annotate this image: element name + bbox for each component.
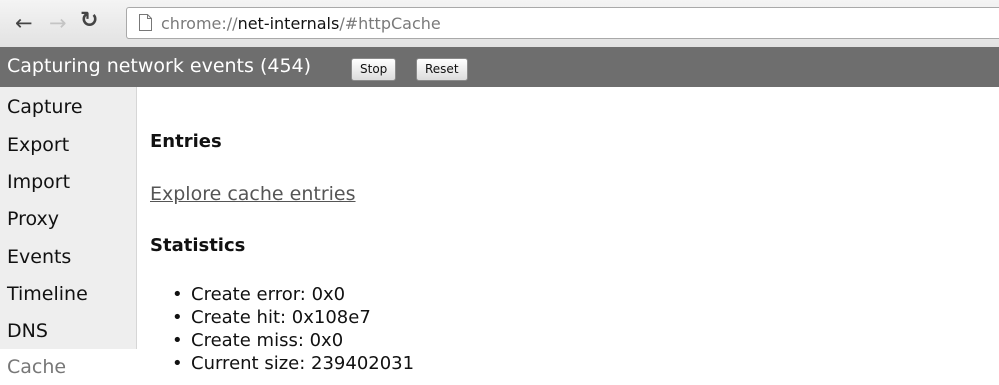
stat-create-hit: Create hit: 0x108e7	[172, 306, 414, 329]
stat-create-error: Create error: 0x0	[172, 283, 414, 306]
sidebar-item-proxy[interactable]: Proxy	[7, 208, 59, 230]
sidebar-item-timeline[interactable]: Timeline	[7, 283, 88, 305]
url-host: net-internals	[237, 14, 340, 33]
statistics-heading: Statistics	[150, 235, 246, 256]
sidebar: Capture Export Import Proxy Events Timel…	[0, 87, 137, 385]
statistics-list: Create error: 0x0 Create hit: 0x108e7 Cr…	[172, 283, 414, 375]
sidebar-item-capture[interactable]: Capture	[7, 96, 83, 118]
address-bar[interactable]: chrome://net-internals/#httpCache	[126, 7, 999, 39]
reload-icon[interactable]: ↻	[80, 10, 98, 32]
sidebar-item-export[interactable]: Export	[7, 134, 69, 156]
sidebar-item-events[interactable]: Events	[7, 246, 71, 268]
url-text[interactable]: chrome://net-internals/#httpCache	[161, 14, 441, 33]
page-icon	[139, 14, 152, 31]
url-scheme: chrome://	[161, 14, 238, 33]
stat-create-miss: Create miss: 0x0	[172, 329, 414, 352]
capture-status-text: Capturing network events (454)	[7, 55, 312, 77]
status-bar: Capturing network events (454) Stop Rese…	[0, 47, 999, 87]
explore-cache-entries-link[interactable]: Explore cache entries	[150, 183, 356, 205]
url-path: /#httpCache	[339, 14, 441, 33]
reset-button[interactable]: Reset	[416, 58, 468, 81]
sidebar-item-dns[interactable]: DNS	[7, 320, 48, 342]
stop-button[interactable]: Stop	[351, 58, 397, 81]
stat-current-size: Current size: 239402031	[172, 352, 414, 375]
forward-arrow-icon[interactable]: →	[49, 12, 67, 34]
back-arrow-icon[interactable]: ←	[15, 12, 33, 34]
entries-heading: Entries	[150, 131, 222, 152]
browser-toolbar: ← → ↻ chrome://net-internals/#httpCache	[0, 0, 999, 48]
sidebar-item-import[interactable]: Import	[7, 171, 70, 193]
